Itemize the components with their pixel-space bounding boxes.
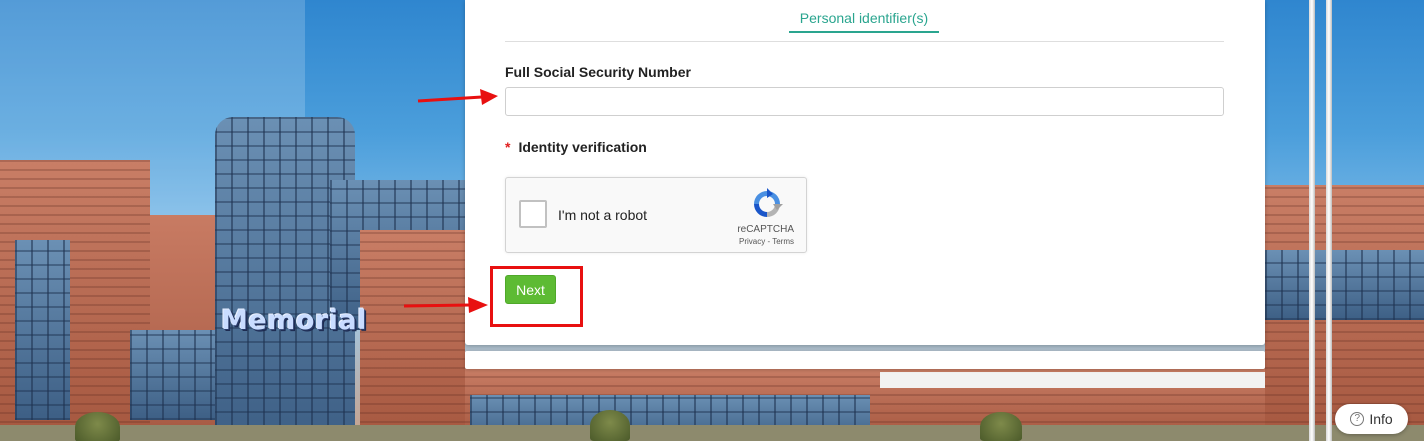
- identity-verification-label: * Identity verification: [505, 139, 647, 155]
- flag-pole: [1326, 0, 1332, 441]
- info-label: Info: [1369, 411, 1393, 427]
- recaptcha-links[interactable]: Privacy - Terms: [506, 237, 806, 246]
- tab-personal-identifiers[interactable]: Personal identifier(s): [789, 10, 939, 33]
- recaptcha-logo-icon: [754, 188, 783, 217]
- recaptcha-widget: I'm not a robot reCAPTCHA Privacy - Term…: [505, 177, 807, 253]
- secondary-card: [465, 351, 1265, 369]
- flag-pole: [1309, 0, 1315, 441]
- hospital-sign: Memorial: [221, 305, 367, 336]
- ssn-input[interactable]: [505, 87, 1224, 116]
- captcha-label: I'm not a robot: [558, 207, 648, 223]
- tab-divider: [505, 41, 1224, 42]
- annotation-arrow-next: [403, 297, 488, 313]
- tree: [75, 412, 120, 441]
- form-card: Personal identifier(s) Full Social Secur…: [465, 0, 1265, 345]
- question-circle-icon: ?: [1350, 412, 1365, 426]
- brick-front: [360, 230, 465, 441]
- ground-strip: [0, 425, 1424, 441]
- entrance-canopy: [880, 372, 1265, 388]
- identity-verification-text: Identity verification: [518, 139, 647, 155]
- recaptcha-brand: reCAPTCHA: [737, 224, 794, 235]
- tree: [590, 410, 630, 441]
- glass-panel-left: [15, 240, 70, 420]
- required-marker: *: [505, 139, 511, 155]
- glass-panel-right: [1265, 250, 1424, 320]
- annotation-highlight-box: [490, 266, 583, 327]
- tree: [980, 412, 1022, 441]
- annotation-arrow-ssn: [417, 89, 498, 105]
- info-button[interactable]: ? Info: [1335, 404, 1408, 434]
- ssn-label: Full Social Security Number: [505, 64, 691, 80]
